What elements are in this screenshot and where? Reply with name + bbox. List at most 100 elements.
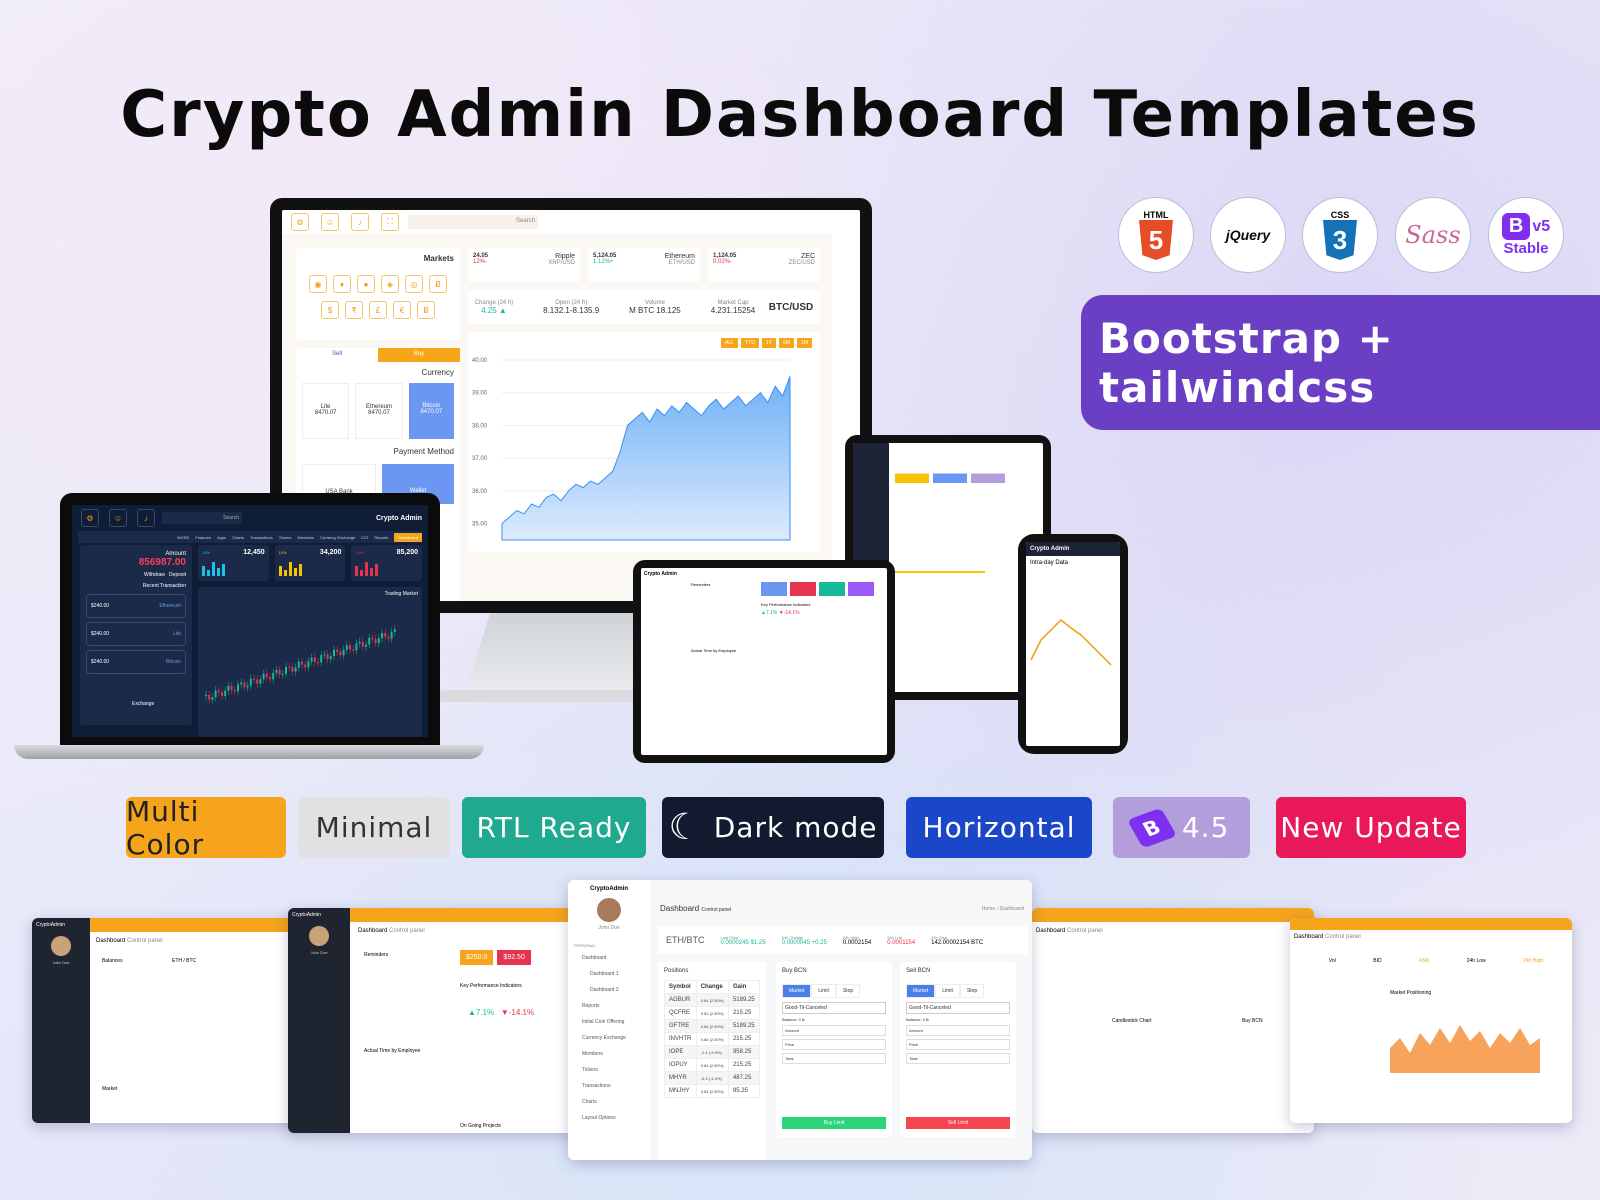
transaction-item[interactable]: $240.00 Ethereum — [86, 594, 186, 618]
order-tab[interactable]: Market — [782, 984, 812, 998]
user-icon[interactable]: ☺ — [321, 213, 339, 231]
sidebar-menu-item[interactable]: Dashboard 1 — [568, 966, 650, 982]
transaction-item[interactable]: $240.00 Bitcoin — [86, 650, 186, 674]
sidebar-menu-item[interactable]: Currency Exchange — [568, 1030, 650, 1046]
table-row[interactable]: IOPUY 0.84 (2.50%) 215.25 — [664, 1058, 761, 1072]
price-area-chart: 40.00 39.00 38.00 37.00 36.00 35.00 — [472, 358, 791, 541]
order-tab[interactable]: Stop — [835, 984, 861, 998]
nav-item[interactable]: Members — [297, 535, 314, 540]
nav-item[interactable]: Reports — [374, 535, 388, 540]
bell-icon[interactable]: ♪ — [137, 509, 155, 527]
column-header[interactable]: Gain — [727, 980, 761, 994]
sidebar-menu-item[interactable]: Tickers — [568, 1062, 650, 1078]
fullscreen-icon[interactable]: ⛶ — [381, 213, 399, 231]
transaction-item[interactable]: $240.00 Lite — [86, 622, 186, 646]
gear-icon[interactable]: ⚙ — [81, 509, 99, 527]
dollar-icon[interactable]: $ — [321, 301, 339, 319]
sidebar-menu-item[interactable]: Dashboard 2 — [568, 982, 650, 998]
kpi-title: Key Performance Indicators — [761, 602, 811, 607]
currency-lite[interactable]: Lite 8470.07 — [302, 383, 350, 439]
table-row[interactable]: AGBUR 0.84 (2.50%) 5189.25 — [664, 993, 761, 1007]
amount-value: 856987.00 — [138, 557, 186, 568]
order-tab[interactable]: Limit — [811, 984, 836, 998]
nav-item[interactable]: Charts — [232, 535, 244, 540]
pound-icon[interactable]: £ — [369, 301, 387, 319]
table-row[interactable]: MHYR -0.3 (-1.0%) 487.25 — [664, 1071, 761, 1085]
ticker-card[interactable]: 24.05 12%- Ripple XRP/USD — [468, 248, 580, 282]
stat-tile: $250.0 — [460, 950, 494, 965]
nav-item[interactable]: Tickers — [279, 535, 292, 540]
euro-icon[interactable]: € — [393, 301, 411, 319]
coin-icon[interactable]: Ƀ — [429, 275, 447, 293]
column-header[interactable]: Symbol — [664, 980, 697, 994]
bitcoin-icon[interactable]: Ƀ — [417, 301, 435, 319]
coin-icon[interactable]: ◈ — [381, 275, 399, 293]
currency-bitcoin[interactable]: Bitcoin 8470.07 — [408, 383, 454, 439]
expenses-value: ▼-14.1% — [500, 1008, 535, 1017]
feature-pill: RTL Ready — [462, 797, 646, 858]
nav-item[interactable]: Transactions — [250, 535, 273, 540]
order-type-select[interactable]: Good-Til-Canceled — [906, 1002, 1010, 1014]
currency-ethereum[interactable]: Ethereum 8470.07 — [355, 383, 403, 439]
table-row[interactable]: INVHTR 0.84 (2.50%) 215.25 — [664, 1032, 761, 1046]
order-tab[interactable]: Limit — [935, 984, 960, 998]
table-cell: 5189.25 — [727, 1019, 761, 1033]
order-field[interactable]: Amount — [906, 1025, 1010, 1036]
sell-tab[interactable]: Sell — [296, 348, 378, 362]
order-field[interactable]: Total — [906, 1053, 1010, 1064]
order-field[interactable]: Amount — [782, 1025, 886, 1036]
table-row[interactable]: QCFRE 0.83 (2.50%) 215.25 — [664, 1006, 761, 1020]
gear-icon[interactable]: ⚙ — [291, 213, 309, 231]
sidebar-menu-item[interactable]: Reports — [568, 998, 650, 1014]
buy-tab[interactable]: Buy — [378, 348, 460, 362]
order-field[interactable]: Total — [782, 1053, 886, 1064]
nav-item[interactable]: MORE — [177, 535, 189, 540]
ticker-card[interactable]: 5,124.05 1.12%+ Ethereum ETH/USD — [588, 248, 700, 282]
sidebar-menu-item[interactable]: Members — [568, 1046, 650, 1062]
sidebar-menu-item[interactable]: Initial Coin Offering — [568, 1014, 650, 1030]
search-input[interactable]: Search — [408, 215, 538, 229]
nav-item[interactable]: Dashboard — [394, 532, 422, 542]
sidebar-menu-item[interactable]: Dashboard — [568, 950, 650, 966]
order-tab[interactable]: Stop — [959, 984, 985, 998]
nav-item[interactable]: Features — [195, 535, 211, 540]
order-field[interactable]: Price — [906, 1039, 1010, 1050]
range-button[interactable]: 1M — [797, 338, 812, 348]
order-submit-button[interactable]: Buy Limit — [782, 1117, 886, 1129]
range-button[interactable]: ALL — [721, 338, 738, 348]
dark-search-input[interactable]: Search — [162, 512, 242, 524]
candle — [381, 633, 383, 639]
sidebar-menu-item[interactable]: Transactions — [568, 1078, 650, 1094]
sidebar-menu-item[interactable]: Layout Options — [568, 1110, 650, 1126]
table-row[interactable]: GFTRE 0.84 (2.50%) 5189.25 — [664, 1019, 761, 1033]
nav-item[interactable]: Currency Exchange — [320, 535, 355, 540]
order-title: Sell BCN — [906, 968, 931, 974]
ticker-card[interactable]: 1,124.05 0.02%- ZEC ZEC/USD — [708, 248, 820, 282]
breadcrumb[interactable]: Home › Dashboard — [982, 906, 1024, 912]
pair-label: BTC/USD — [768, 301, 814, 313]
currency-value: 8470.07 — [368, 410, 390, 416]
screenshot-orange-top: Dashboard Control panel Candlestick Char… — [1032, 908, 1314, 1133]
withdraw-button[interactable]: Withdraw — [144, 572, 165, 578]
order-type-select[interactable]: Good-Til-Canceled — [782, 1002, 886, 1014]
sidebar-menu-item[interactable]: Charts — [568, 1094, 650, 1110]
order-field[interactable]: Price — [782, 1039, 886, 1050]
coin-icon[interactable]: ◎ — [405, 275, 423, 293]
column-header[interactable]: Change — [695, 980, 729, 994]
nav-item[interactable]: ICO — [361, 535, 368, 540]
rupee-icon[interactable]: ₹ — [345, 301, 363, 319]
range-button[interactable]: 6M — [779, 338, 795, 348]
table-row[interactable]: IOPE -2.4 (-9.0%) 958.25 — [664, 1045, 761, 1059]
table-row[interactable]: MNJHY 0.84 (2.50%) 85.25 — [664, 1084, 761, 1098]
user-icon[interactable]: ☺ — [109, 509, 127, 527]
nav-item[interactable]: Apps — [217, 535, 226, 540]
coin-icon[interactable]: ◉ — [309, 275, 327, 293]
order-submit-button[interactable]: Sell Limit — [906, 1117, 1010, 1129]
range-button[interactable]: 1Y — [761, 338, 777, 348]
coin-icon[interactable]: ● — [357, 275, 375, 293]
order-tab[interactable]: Market — [906, 984, 936, 998]
range-button[interactable]: YTD — [740, 338, 759, 348]
deposit-button[interactable]: Deposit — [169, 572, 186, 578]
coin-icon[interactable]: ♦ — [333, 275, 351, 293]
bell-icon[interactable]: ♪ — [351, 213, 369, 231]
